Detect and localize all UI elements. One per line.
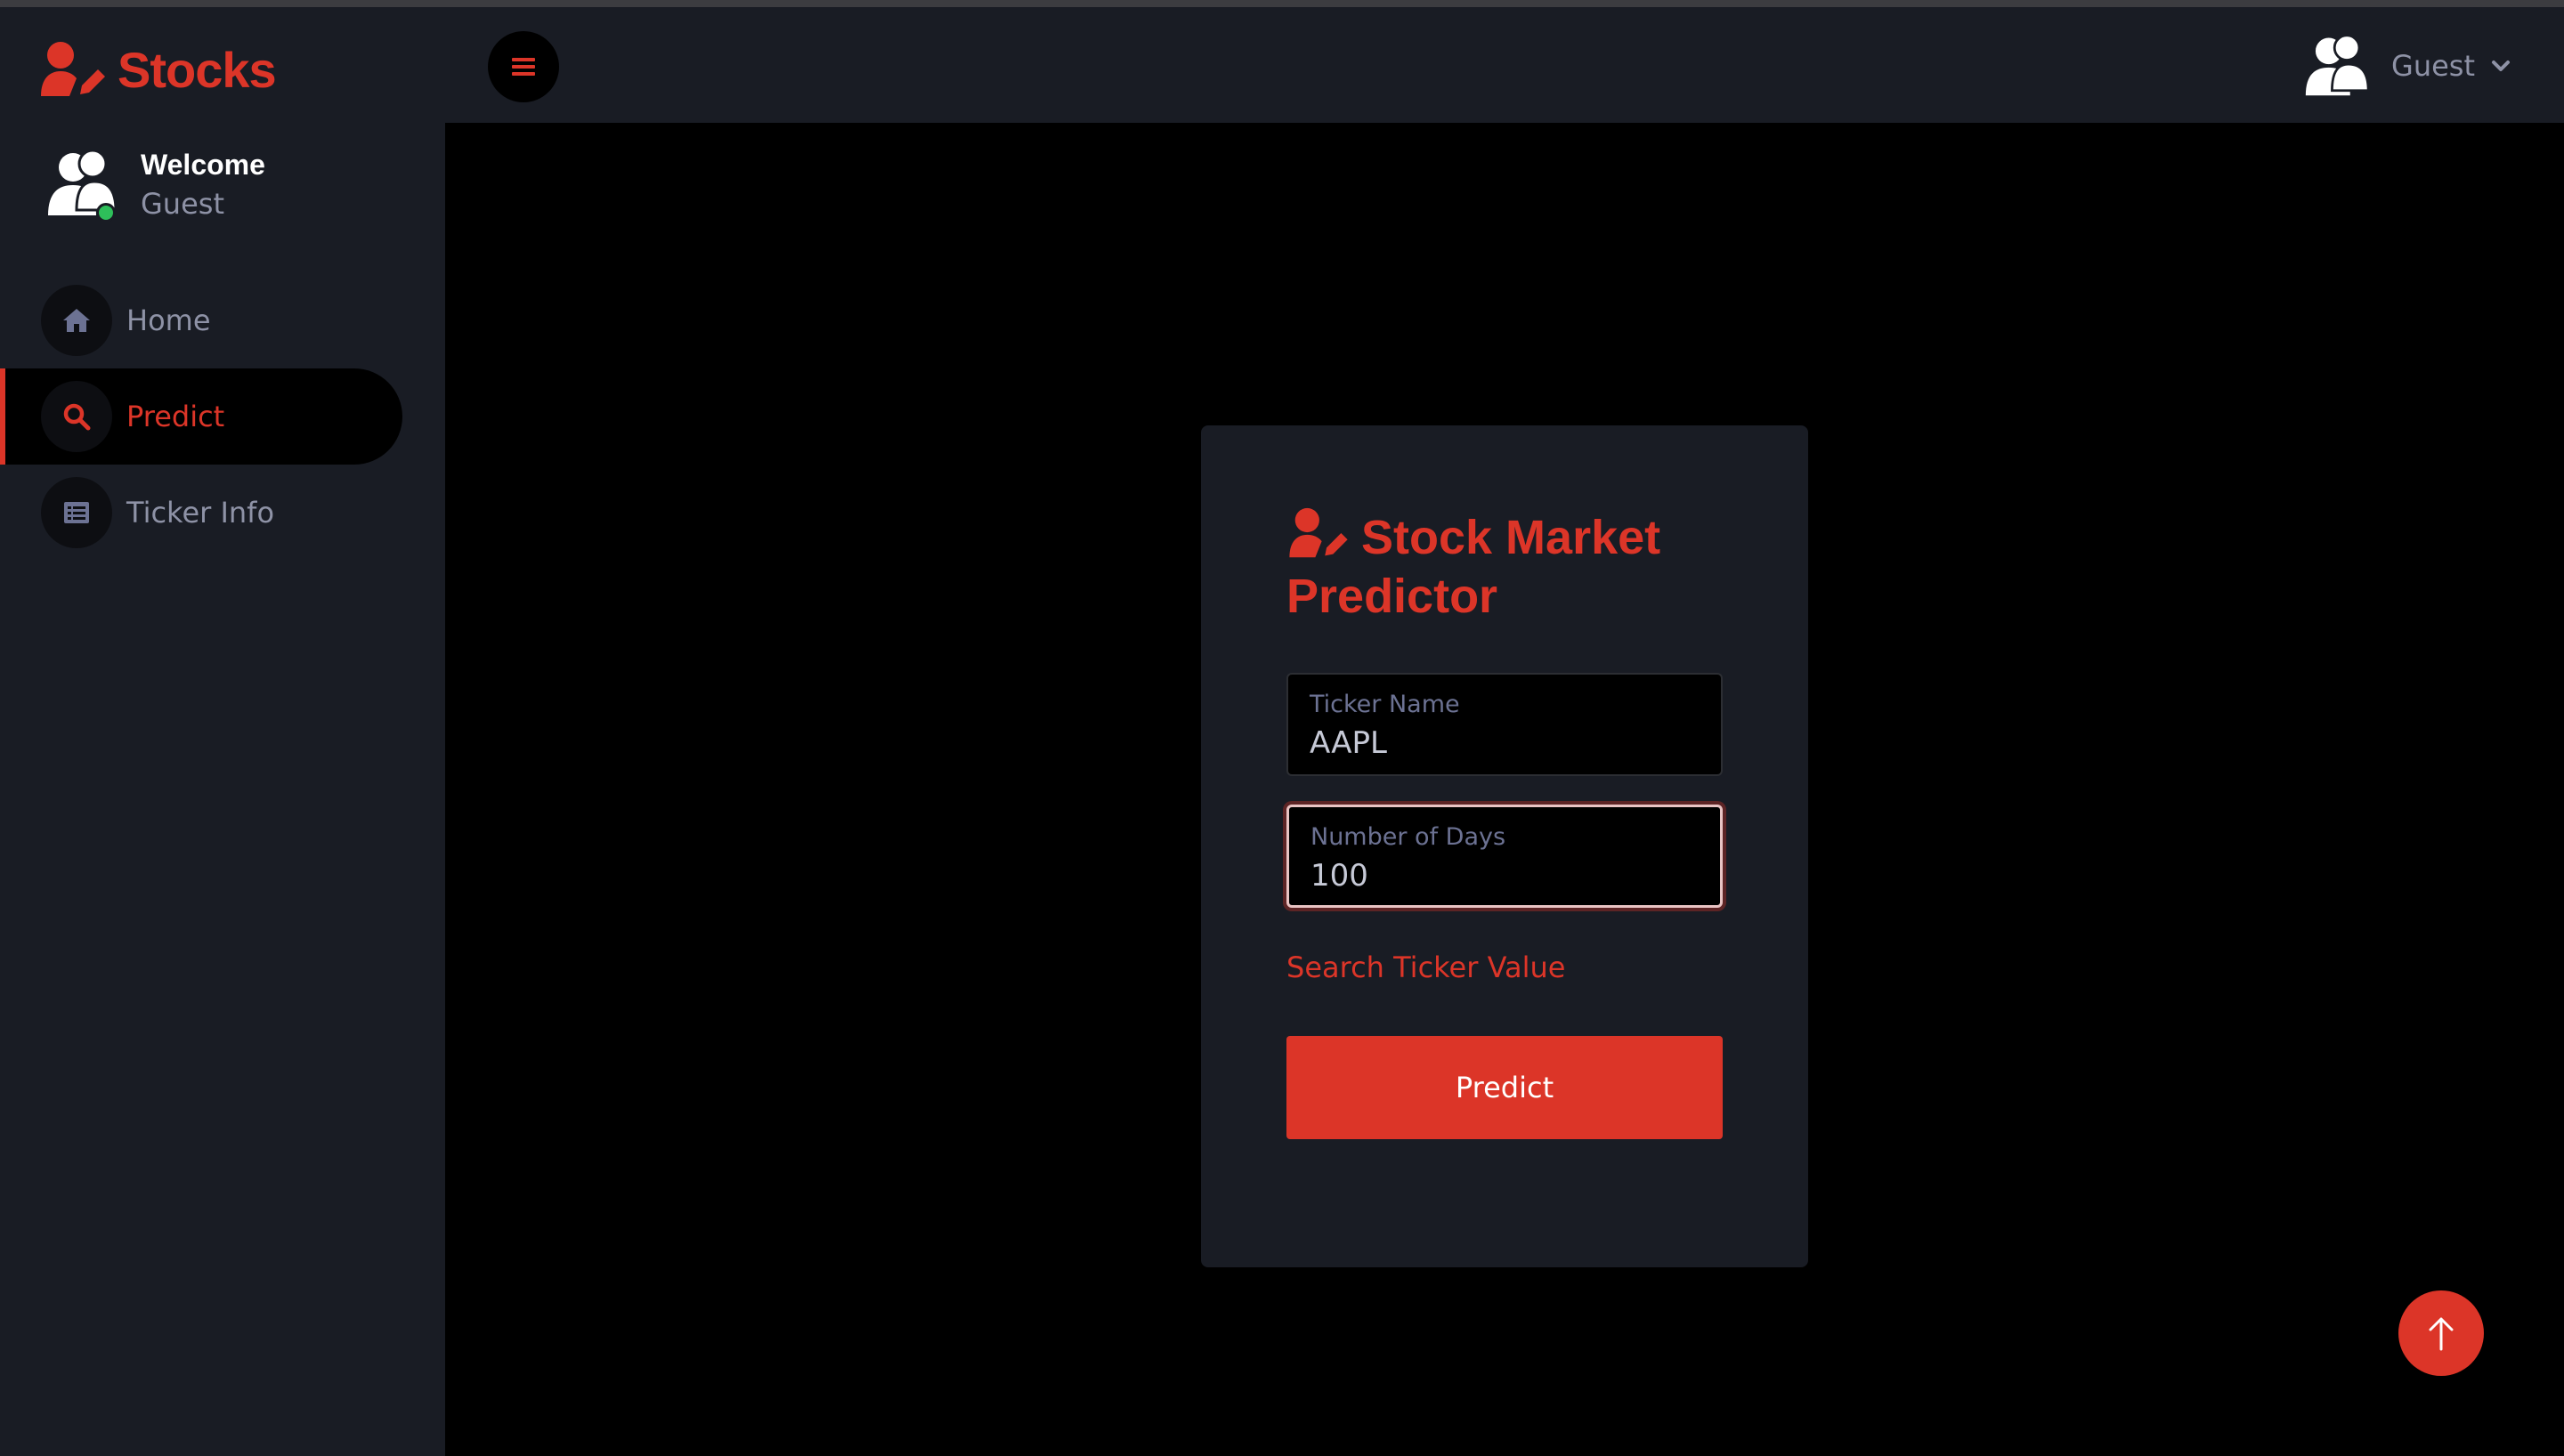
sidebar-item-label: Ticker Info [126, 496, 275, 530]
hamburger-menu-icon [512, 58, 535, 76]
profile-welcome: Welcome [141, 149, 265, 181]
number-of-days-field[interactable]: Number of Days [1286, 805, 1723, 908]
ticker-name-label: Ticker Name [1310, 691, 1460, 718]
profile-name: Guest [141, 187, 224, 221]
brand[interactable]: Stocks [39, 34, 277, 105]
online-status-dot [96, 203, 116, 222]
predictor-card: Stock Market Predictor Ticker Name Numbe… [1201, 425, 1808, 1267]
users-icon [2305, 34, 2370, 96]
page-title: Stock Market Predictor [1286, 507, 1749, 626]
list-icon [64, 502, 89, 523]
user-menu-name: Guest [2391, 49, 2475, 83]
predict-button[interactable]: Predict [1286, 1036, 1723, 1139]
number-of-days-label: Number of Days [1310, 823, 1506, 851]
ticker-name-field[interactable]: Ticker Name [1286, 673, 1723, 776]
scroll-to-top-button[interactable] [2398, 1290, 2484, 1376]
user-menu[interactable]: Guest [2304, 34, 2511, 98]
ticker-name-input[interactable] [1310, 721, 1701, 765]
sidebar-item-ticker-info[interactable]: Ticker Info [0, 465, 445, 561]
search-icon [63, 403, 91, 431]
avatar [46, 148, 118, 222]
brand-name: Stocks [118, 41, 277, 98]
home-icon [63, 309, 90, 332]
sidebar-item-label: Home [126, 303, 211, 337]
menu-toggle-button[interactable] [488, 31, 559, 102]
chevron-down-icon [2492, 61, 2510, 71]
sidebar-item-predict[interactable]: Predict [0, 368, 402, 465]
sidebar-item-label: Predict [126, 400, 225, 433]
arrow-up-icon [2429, 1317, 2454, 1351]
user-edit-icon [41, 42, 105, 96]
sidebar-nav: Home Predict Ticker Info [0, 272, 445, 561]
sidebar-profile: Welcome Guest [46, 146, 265, 224]
window-top-border [0, 0, 2564, 7]
sidebar-item-home[interactable]: Home [0, 272, 445, 368]
topbar: Guest [445, 7, 2564, 123]
sidebar: Stocks Welcome Guest Home Predict Ticker… [0, 7, 445, 1456]
user-edit-icon [1289, 507, 1348, 558]
search-ticker-link[interactable]: Search Ticker Value [1286, 950, 1565, 984]
number-of-days-input[interactable] [1310, 853, 1702, 898]
